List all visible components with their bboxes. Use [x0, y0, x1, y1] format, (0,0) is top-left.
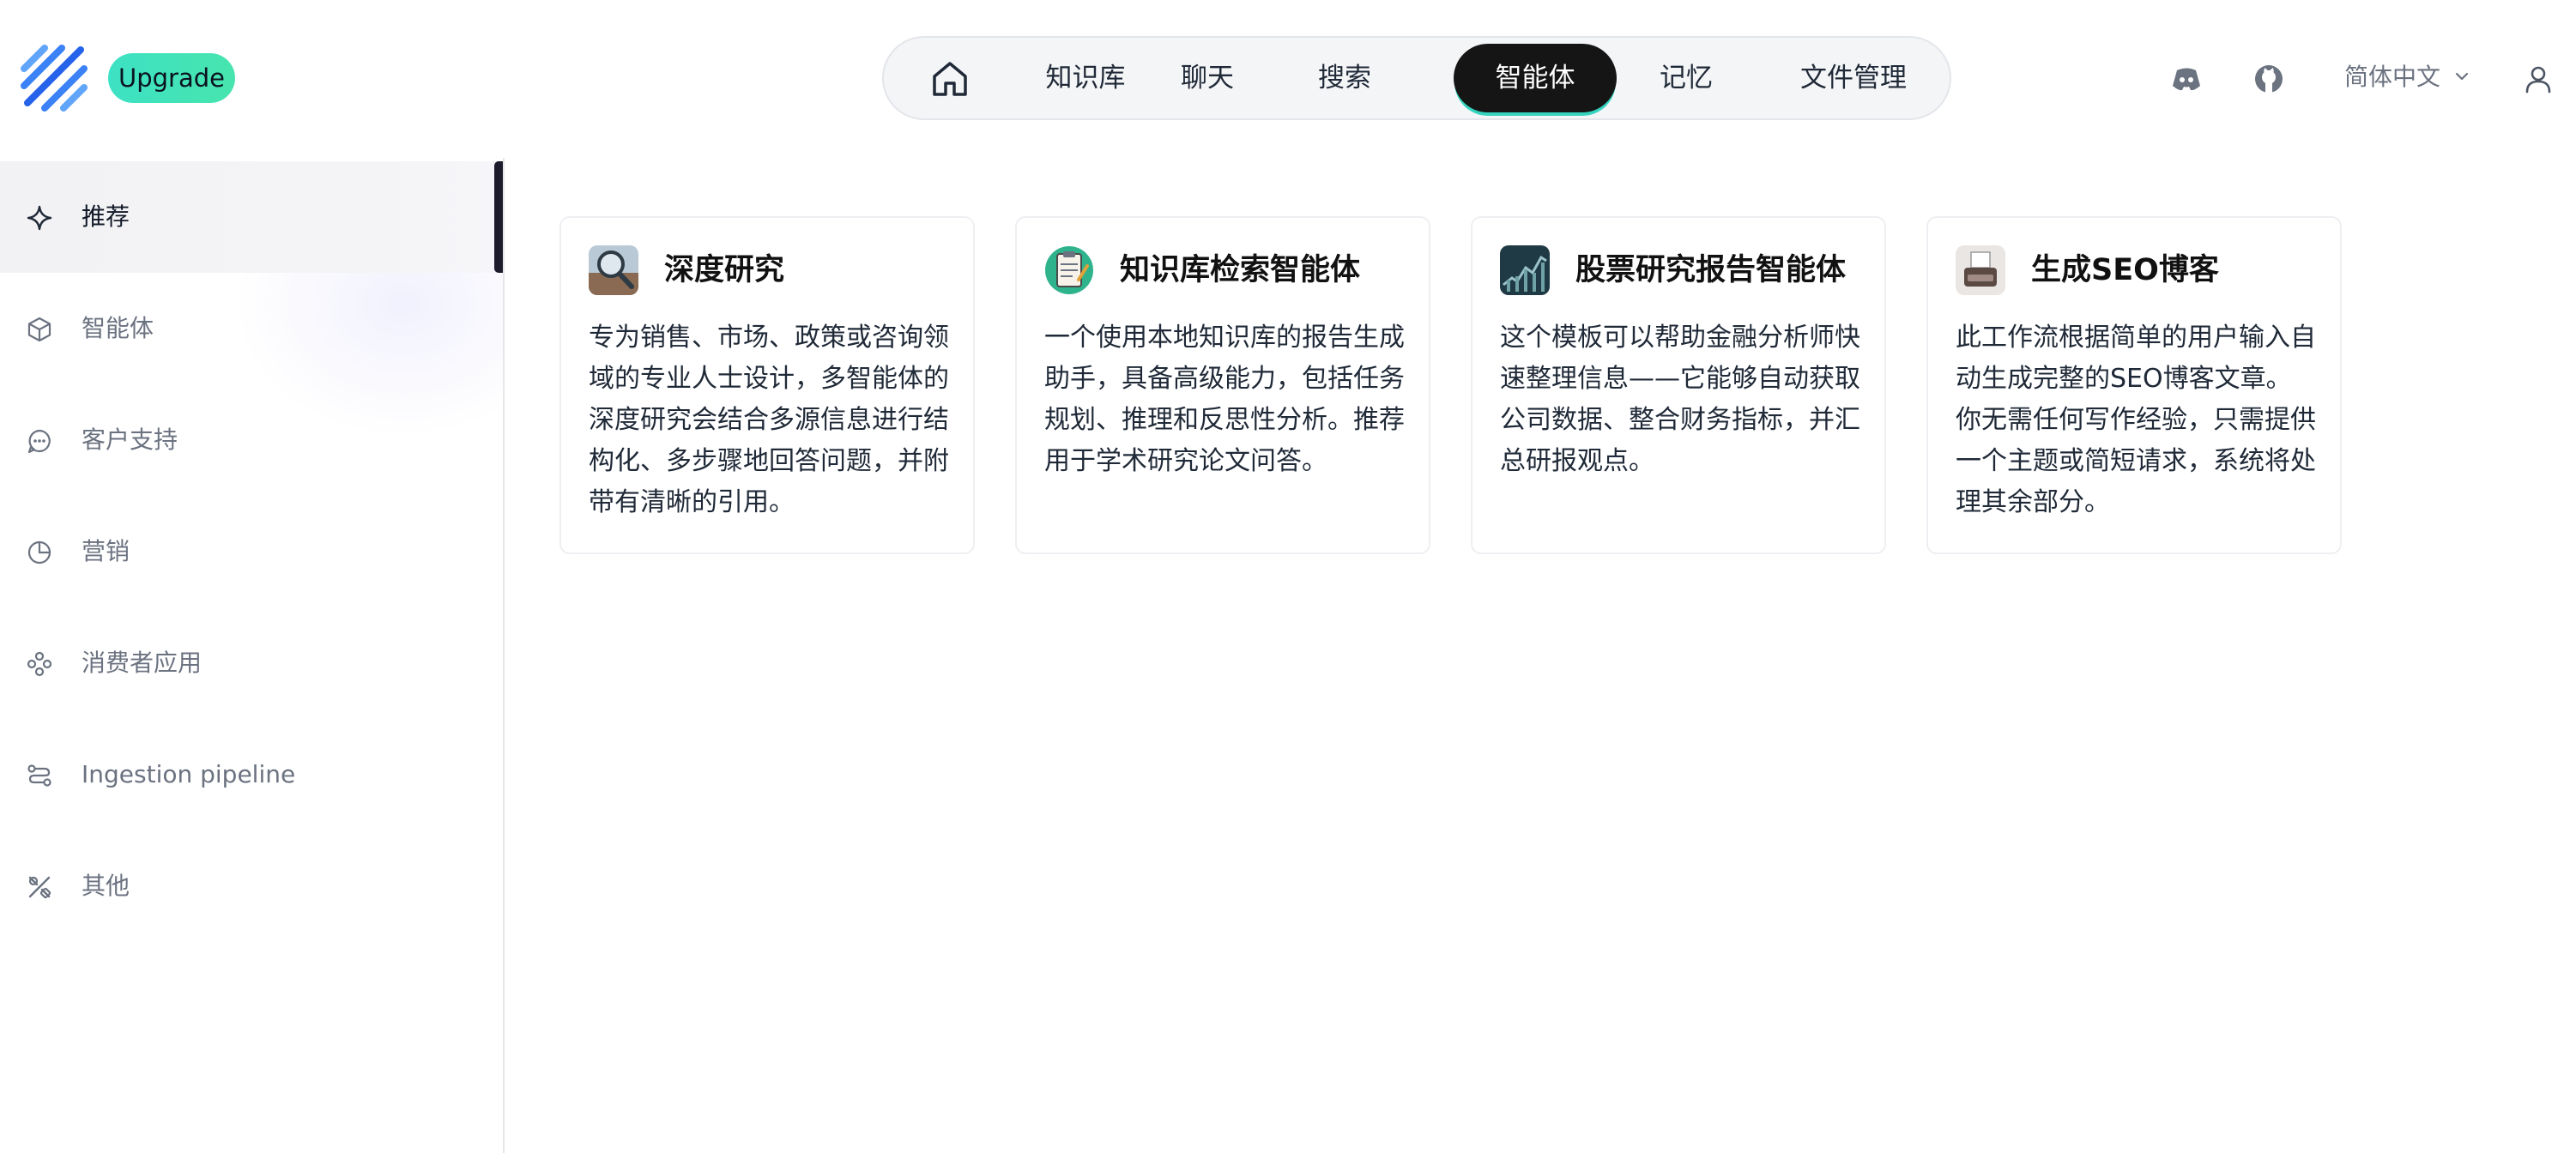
nav-tab-file-management[interactable]: 文件管理: [1776, 44, 1931, 112]
discord-icon[interactable]: [2169, 62, 2204, 96]
sidebar-item-label: 营销: [82, 537, 130, 565]
chat-icon: [27, 429, 51, 454]
logo-icon[interactable]: [19, 43, 89, 113]
clipboard-image-icon: [1045, 246, 1093, 294]
upgrade-button[interactable]: Upgrade: [108, 53, 235, 103]
category-sidebar: 推荐 智能体 客户支持 营销 消费者应用 Ingestion pipeline …: [0, 158, 505, 1153]
agent-card-deep-research[interactable]: 深度研究 专为销售、市场、政策或咨询领域的专业人士设计，多智能体的深度研究会结合…: [559, 216, 975, 554]
card-description: 这个模板可以帮助金融分析师快速整理信息——它能够自动获取公司数据、整合财务指标，…: [1500, 323, 1860, 476]
card-thumbnail: [589, 245, 638, 295]
magnifier-image-icon: [589, 245, 638, 295]
top-header: Upgrade 知识库 聊天 搜索 智能体 记忆 文件管理 简体中文: [0, 0, 2576, 158]
nav-tab-agents[interactable]: 智能体: [1454, 44, 1617, 112]
agent-card-stock-research[interactable]: 股票研究报告智能体 这个模板可以帮助金融分析师快速整理信息——它能够自动获取公司…: [1471, 216, 1886, 554]
nav-tab-knowledge-base[interactable]: 知识库: [1025, 44, 1146, 112]
main-nav: 知识库 聊天 搜索 智能体 记忆 文件管理: [882, 36, 1951, 120]
cube-icon: [27, 317, 51, 342]
card-thumbnail: [1044, 245, 1094, 295]
card-description: 一个使用本地知识库的报告生成助手，具备高级能力，包括任务规划、推理和反思性分析。…: [1044, 323, 1405, 476]
sidebar-item-recommended[interactable]: 推荐: [0, 161, 503, 273]
typewriter-image-icon: [1956, 245, 2005, 295]
sidebar-item-consumer-apps[interactable]: 消费者应用: [0, 607, 503, 719]
pipeline-icon: [27, 764, 51, 787]
sidebar-item-marketing[interactable]: 营销: [0, 496, 503, 607]
card-title: 深度研究: [664, 253, 785, 287]
sidebar-item-ingestion-pipeline[interactable]: Ingestion pipeline: [0, 719, 503, 830]
sidebar-item-label: 其他: [82, 872, 130, 900]
card-thumbnail: [1956, 245, 2005, 295]
agent-card-seo-blog[interactable]: 生成SEO博客 此工作流根据简单的用户输入自动生成完整的SEO博客文章。你无需任…: [1926, 216, 2342, 554]
user-icon[interactable]: [2523, 63, 2554, 94]
chevron-down-icon[interactable]: [2454, 69, 2470, 84]
sidebar-item-label: 智能体: [82, 314, 154, 342]
nav-tab-search[interactable]: 搜索: [1297, 44, 1392, 112]
card-title: 股票研究报告智能体: [1575, 253, 1847, 287]
nav-tab-chat[interactable]: 聊天: [1160, 44, 1255, 112]
agent-card-kb-retrieval[interactable]: 知识库检索智能体 一个使用本地知识库的报告生成助手，具备高级能力，包括任务规划、…: [1015, 216, 1430, 554]
card-description: 此工作流根据简单的用户输入自动生成完整的SEO博客文章。你无需任何写作经验，只需…: [1956, 323, 2316, 517]
sidebar-item-label: 推荐: [82, 202, 130, 231]
sidebar-item-agents[interactable]: 智能体: [0, 273, 503, 384]
sidebar-item-customer-support[interactable]: 客户支持: [0, 384, 503, 496]
card-title: 生成SEO博客: [2031, 253, 2219, 287]
sparkle-icon: [27, 205, 52, 231]
apps-icon: [27, 651, 52, 677]
language-selector[interactable]: 简体中文: [2344, 58, 2440, 96]
home-icon[interactable]: [930, 60, 970, 98]
sidebar-item-label: 消费者应用: [82, 649, 203, 677]
sidebar-item-other[interactable]: 其他: [0, 830, 503, 942]
sidebar-item-label: 客户支持: [82, 426, 178, 454]
nav-tab-memory[interactable]: 记忆: [1639, 44, 1733, 112]
card-title: 知识库检索智能体: [1120, 253, 1361, 287]
sidebar-item-label: Ingestion pipeline: [82, 760, 296, 788]
card-description: 专为销售、市场、政策或咨询领域的专业人士设计，多智能体的深度研究会结合多源信息进…: [589, 323, 949, 517]
stock-chart-image-icon: [1500, 245, 1550, 295]
tools-icon: [28, 876, 51, 899]
pie-chart-icon: [27, 540, 51, 564]
card-thumbnail: [1500, 245, 1550, 295]
github-icon[interactable]: [2252, 62, 2286, 96]
